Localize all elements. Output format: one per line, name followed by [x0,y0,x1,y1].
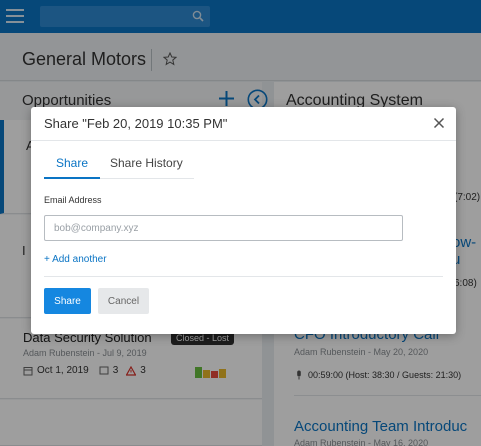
tab-share[interactable]: Share [56,156,88,170]
active-tab-indicator [44,177,100,179]
email-field[interactable] [44,215,403,241]
cancel-button[interactable]: Cancel [98,288,149,314]
close-icon[interactable] [433,117,445,129]
tab-share-history[interactable]: Share History [110,156,183,170]
dialog-title: Share "Feb 20, 2019 10:35 PM" [44,116,228,131]
dialog-divider [44,276,443,277]
add-another-link[interactable]: + Add another [44,254,107,265]
share-dialog: Share "Feb 20, 2019 10:35 PM" Share Shar… [31,107,456,334]
dialog-divider [31,140,456,141]
email-label: Email Address [44,195,102,205]
share-button[interactable]: Share [44,288,91,314]
